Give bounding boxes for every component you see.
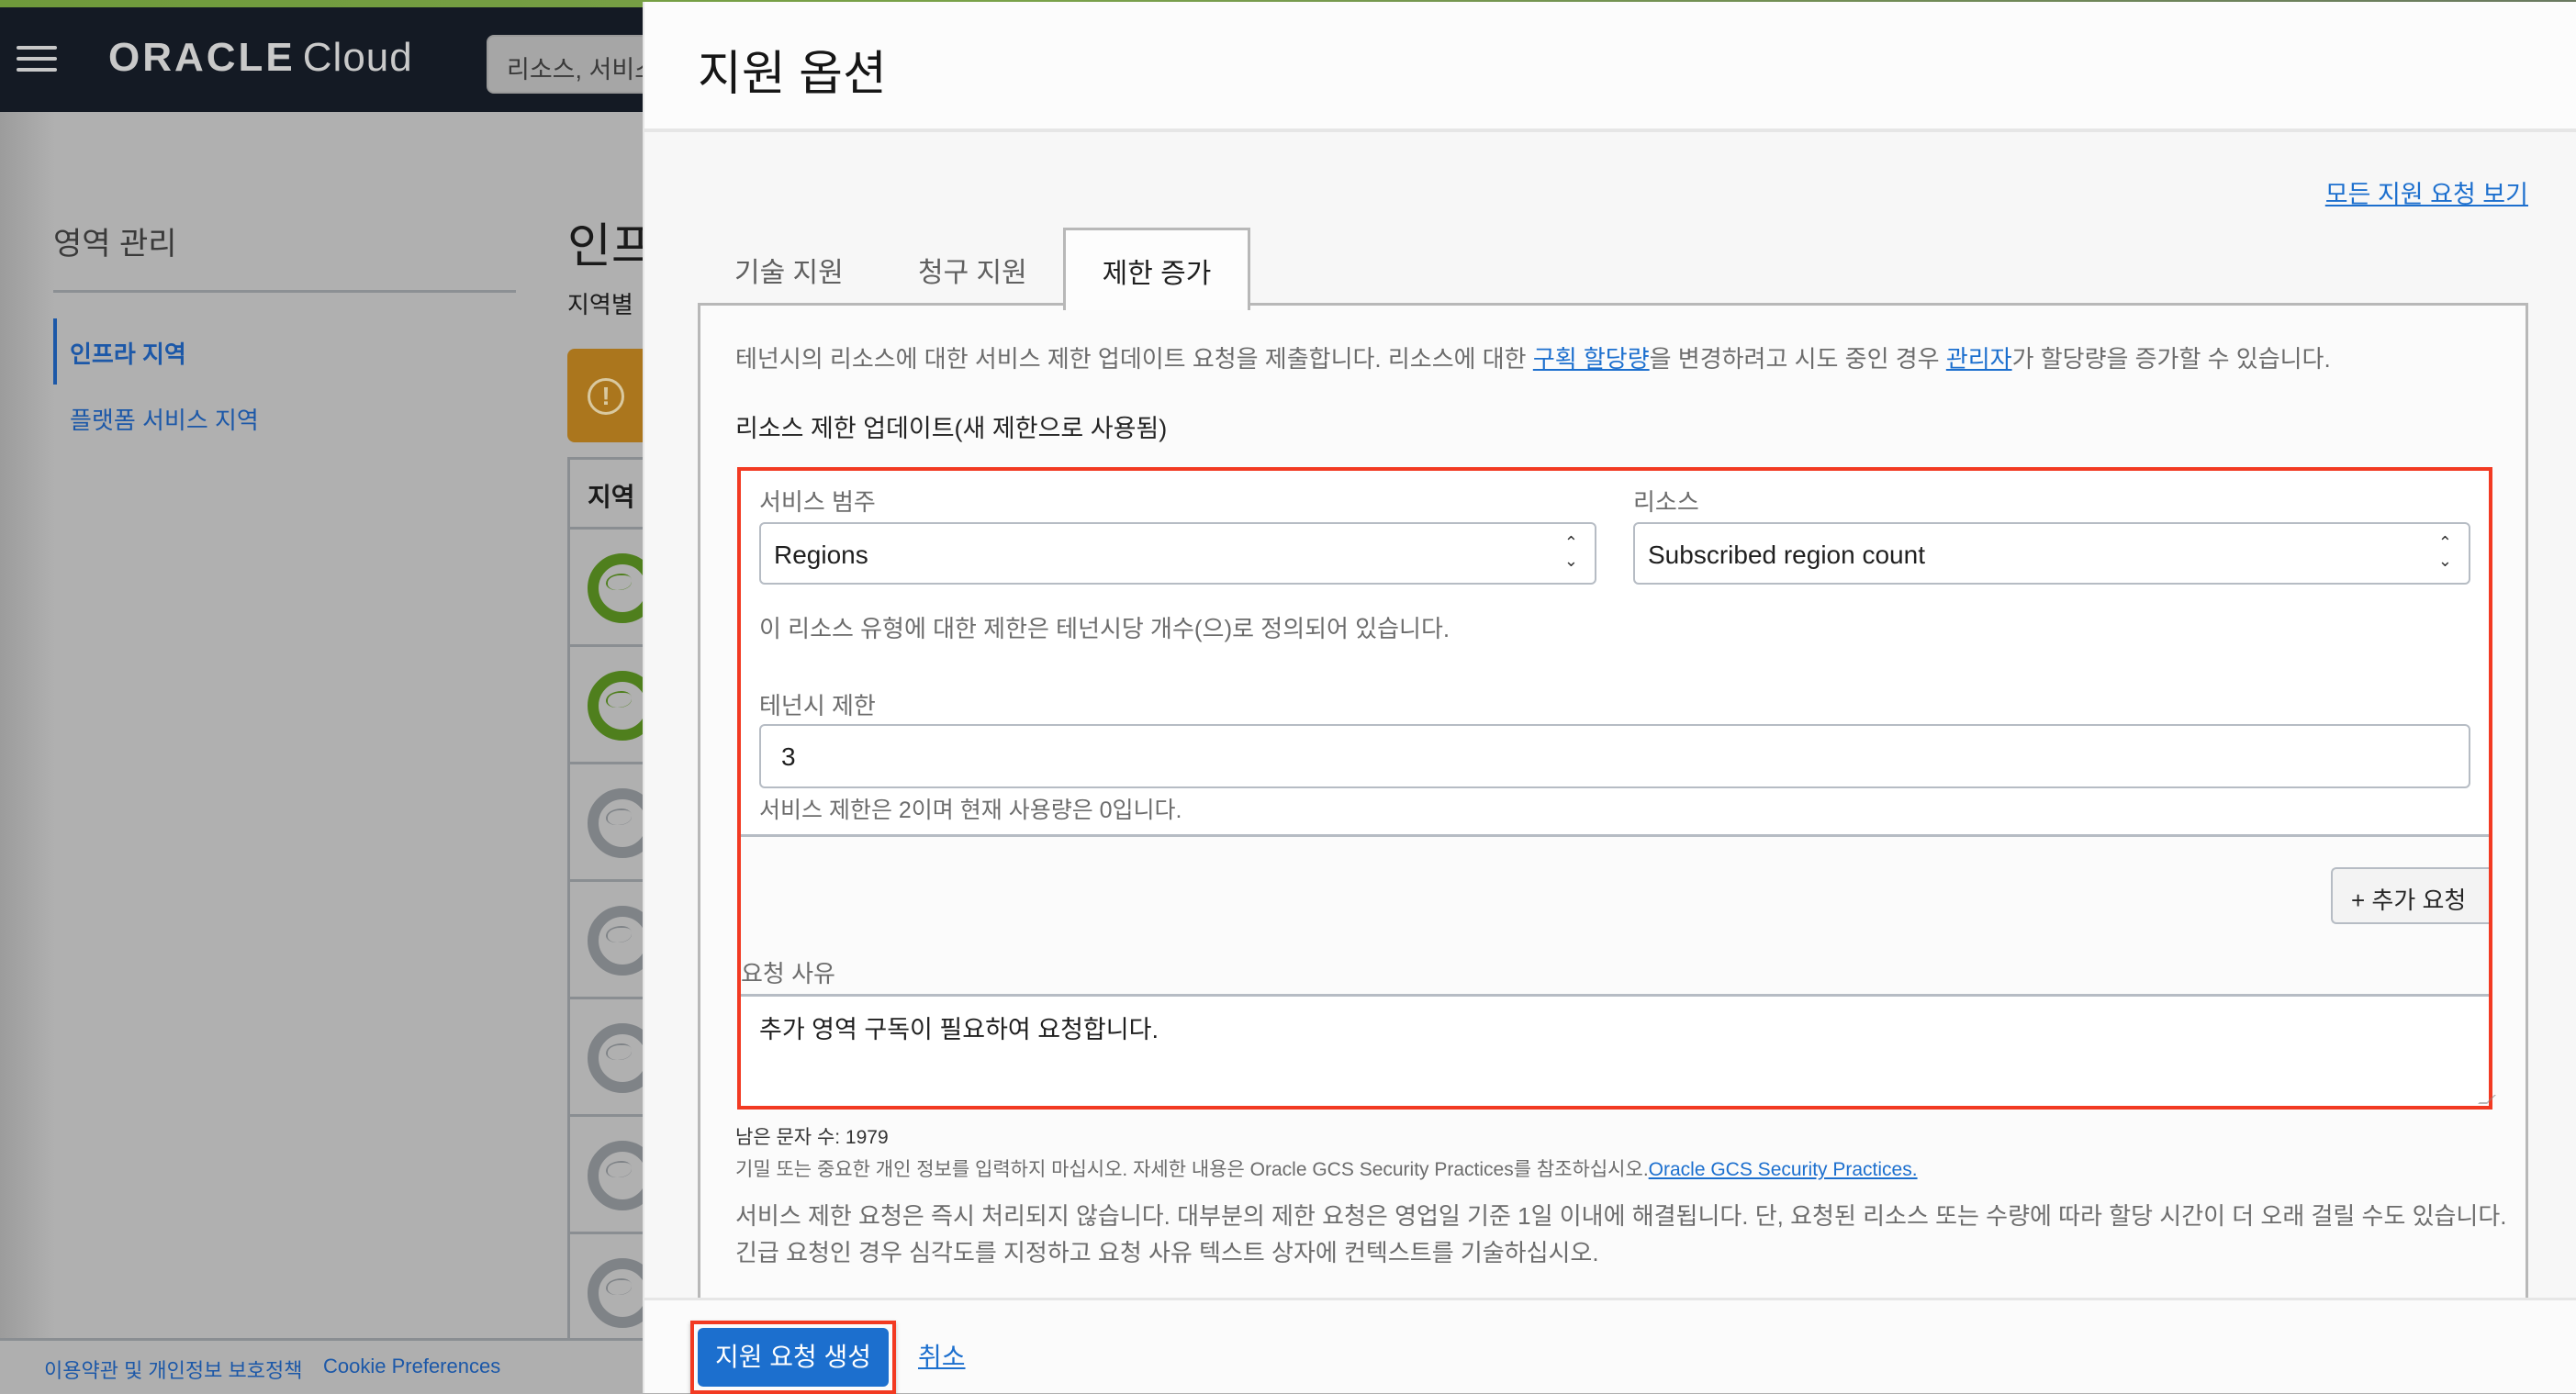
- compartment-quota-link[interactable]: 구획 할당량: [1533, 345, 1650, 373]
- tab-technical-support[interactable]: 기술 지원: [734, 231, 844, 307]
- page-background: [0, 112, 661, 1342]
- oracle-cloud-logo[interactable]: ORACLE Cloud: [108, 35, 413, 81]
- limit-card-divider: [741, 834, 2489, 837]
- panel-title: 지원 옵션: [698, 48, 887, 101]
- table-header-region: 지역: [588, 483, 635, 511]
- section-title: 리소스 제한 업데이트(새 제한으로 사용됨): [735, 415, 1168, 442]
- service-category-select[interactable]: Regions ⌃ ⌄: [759, 522, 1596, 585]
- limit-increase-form: 테넌시의 리소스에 대한 서비스 제한 업데이트 요청을 제출합니다. 리소스에…: [698, 303, 2528, 1299]
- resource-select[interactable]: Subscribed region count ⌃ ⌄: [1633, 522, 2470, 585]
- terms-privacy-link[interactable]: 이용약관 및 개인정보 보호정책: [44, 1355, 302, 1384]
- intro-text-part: 테넌시의 리소스에 대한 서비스 제한 업데이트 요청을 제출합니다. 리소스에…: [735, 345, 1533, 373]
- view-all-support-requests-link[interactable]: 모든 지원 요청 보기: [2325, 174, 2528, 210]
- globe-land: [606, 574, 632, 590]
- sidebar-active-indicator: [53, 318, 57, 385]
- globe-land: [606, 1278, 632, 1295]
- service-category-label: 서비스 범주: [759, 488, 876, 516]
- request-reason-value: 추가 영역 구독이 필요하여 요청합니다.: [759, 1016, 1159, 1043]
- tab-billing-support[interactable]: 청구 지원: [918, 231, 1027, 307]
- logo-brand: ORACLE: [108, 35, 296, 80]
- gcs-security-practices-link[interactable]: Oracle GCS Security Practices.: [1649, 1159, 1918, 1180]
- panel-header: 지원 옵션: [644, 2, 2576, 132]
- cookie-preferences-link[interactable]: Cookie Preferences: [323, 1355, 500, 1378]
- create-support-request-button[interactable]: 지원 요청 생성: [698, 1328, 889, 1387]
- cancel-link[interactable]: 취소: [918, 1337, 966, 1374]
- sidebar-divider: [53, 290, 516, 293]
- warning-icon: !: [588, 378, 624, 415]
- sidebar-item-platform-service-regions[interactable]: 플랫폼 서비스 지역: [70, 402, 259, 436]
- tenancy-limit-input[interactable]: 3: [759, 724, 2470, 788]
- textarea-resize-handle[interactable]: [2478, 1095, 2496, 1104]
- select-updown-icon: ⌃ ⌄: [1563, 533, 1578, 570]
- page-subtitle: 지역별: [567, 291, 633, 318]
- tenancy-limit-label: 테넌시 제한: [759, 692, 876, 719]
- intro-text-part: 을 변경하려고 시도 중인 경우: [1649, 345, 1946, 373]
- tab-limit-increase[interactable]: 제한 증가: [1063, 228, 1250, 310]
- resource-value: Subscribed region count: [1648, 541, 1925, 569]
- resource-label: 리소스: [1633, 488, 1699, 516]
- current-usage-hint: 서비스 제한은 2이며 현재 사용량은 0입니다.: [759, 797, 1182, 823]
- intro-text-part: 가 할당량을 증가할 수 있습니다.: [2011, 345, 2331, 373]
- globe-land: [606, 926, 632, 942]
- request-highlight-box: 서비스 범주 Regions ⌃ ⌄ 리소스 Subscribed region …: [737, 467, 2496, 1110]
- sidebar-title: 영역 관리: [53, 227, 177, 262]
- administrator-link[interactable]: 관리자: [1946, 345, 2012, 373]
- menu-hamburger-icon[interactable]: [17, 46, 57, 73]
- unit-hint: 이 리소스 유형에 대한 제한은 테넌시당 개수(으)로 정의되어 있습니다.: [759, 615, 1450, 642]
- processing-notice: 서비스 제한 요청은 즉시 처리되지 않습니다. 대부분의 제한 요청은 영업일…: [735, 1202, 2507, 1266]
- globe-land: [606, 1043, 632, 1060]
- add-request-button[interactable]: + 추가 요청: [2331, 867, 2489, 924]
- intro-text: 테넌시의 리소스에 대한 서비스 제한 업데이트 요청을 제출합니다. 리소스에…: [735, 340, 2331, 374]
- logo-product: Cloud: [302, 35, 413, 80]
- privacy-text: 기밀 또는 중요한 개인 정보를 입력하지 마십시오. 자세한 내용은 Orac…: [735, 1159, 1649, 1180]
- globe-land: [606, 1161, 632, 1177]
- service-category-value: Regions: [774, 541, 868, 569]
- request-reason-label: 요청 사유: [741, 960, 835, 987]
- support-options-panel: 지원 옵션 모든 지원 요청 보기 기술 지원 청구 지원 제한 증가 테넌시의…: [643, 2, 2576, 1394]
- sidebar-item-infrastructure-regions[interactable]: 인프라 지역: [70, 336, 186, 370]
- panel-footer: 지원 요청 생성 취소: [644, 1298, 2576, 1394]
- select-updown-icon: ⌃ ⌄: [2437, 533, 2452, 570]
- privacy-notice: 기밀 또는 중요한 개인 정보를 입력하지 마십시오. 자세한 내용은 Orac…: [735, 1154, 1918, 1182]
- request-reason-textarea[interactable]: 추가 영역 구독이 필요하여 요청합니다.: [741, 994, 2496, 1106]
- create-button-highlight: 지원 요청 생성: [690, 1321, 896, 1394]
- globe-land: [606, 809, 632, 825]
- remaining-characters: 남은 문자 수: 1979: [735, 1127, 889, 1148]
- globe-land: [606, 691, 632, 708]
